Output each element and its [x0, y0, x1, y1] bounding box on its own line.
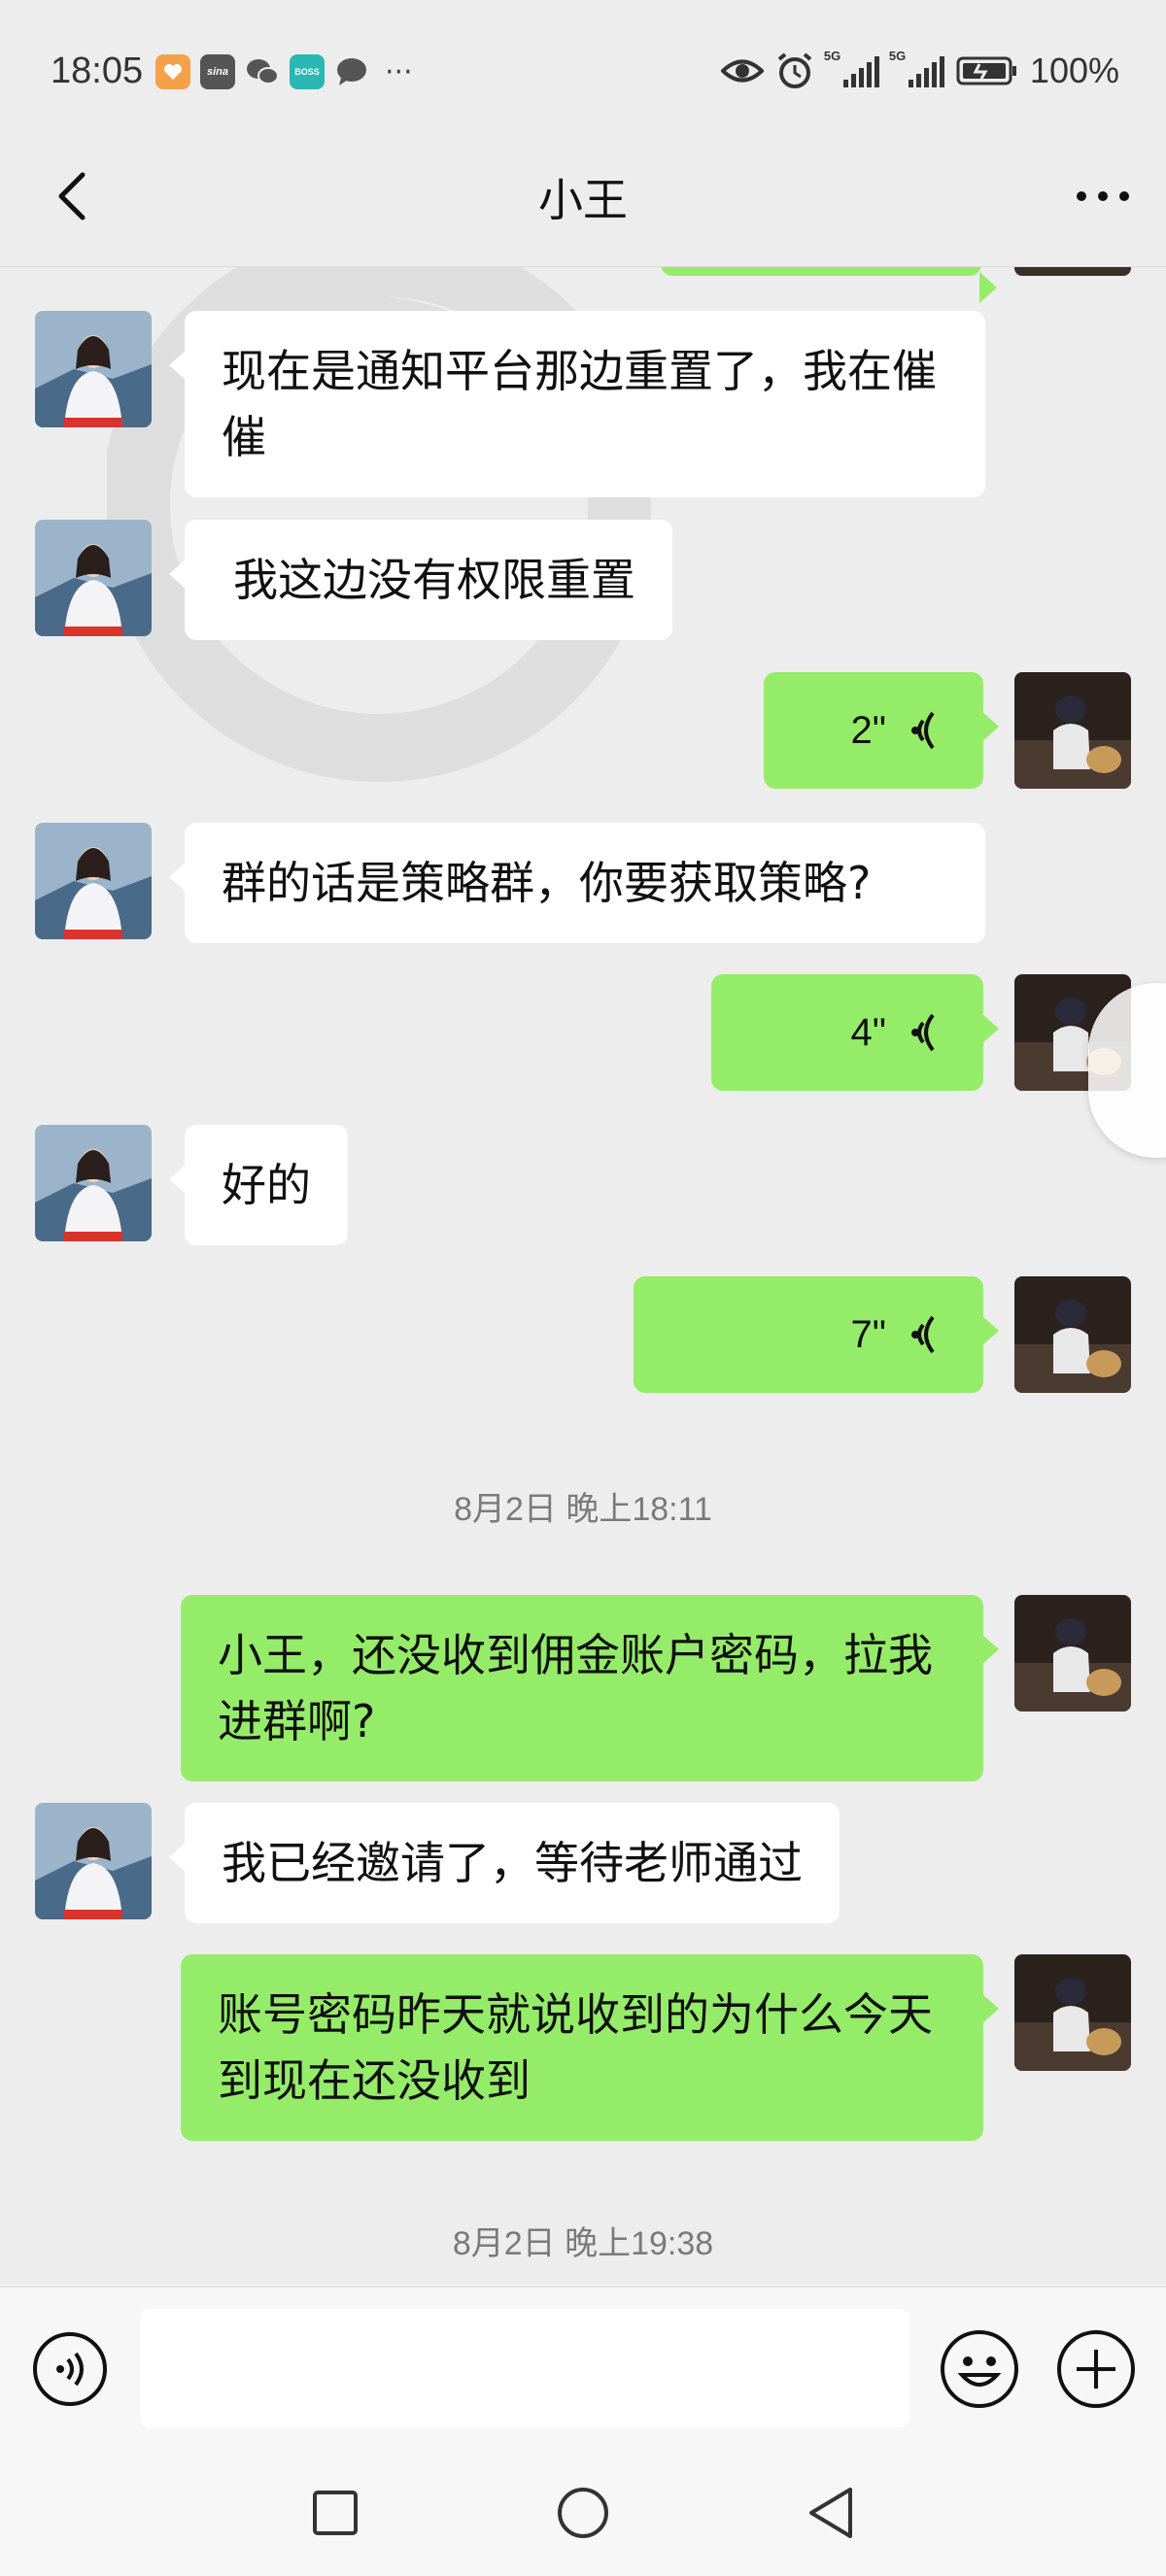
square-icon	[313, 2491, 358, 2535]
network-label: 5G	[823, 49, 841, 63]
message-bubble-incoming[interactable]: 我这边没有权限重置	[169, 520, 672, 640]
emoji-icon	[941, 2330, 1018, 2408]
back-nav-button[interactable]	[797, 2479, 865, 2547]
my-avatar[interactable]	[1014, 1595, 1131, 1712]
heart-app-icon	[155, 54, 190, 89]
sina-app-text: sina	[206, 66, 228, 78]
contact-avatar[interactable]	[35, 823, 152, 939]
status-right: 5G 5G 100%	[720, 49, 1119, 91]
voice-wave-icon	[911, 711, 935, 750]
chat-timestamp: 8月2日 晚上18:11	[454, 1491, 712, 1528]
status-time: 18:05	[51, 51, 144, 91]
recent-apps-button[interactable]	[301, 2479, 369, 2547]
contact-avatar[interactable]	[35, 1803, 152, 1919]
watermark-logo	[107, 228, 651, 782]
chat-header: 小王	[0, 146, 1166, 267]
battery-percent: 100%	[1029, 51, 1119, 90]
message-bubble-incoming[interactable]: 群的话是策略群，你要获取策略?	[169, 823, 985, 943]
more-functions-button[interactable]	[1055, 2328, 1137, 2410]
voice-message-outgoing[interactable]: 2"	[764, 672, 999, 789]
signal-icon: 5G	[824, 49, 879, 87]
message-bubble-incoming[interactable]: 好的	[169, 1125, 348, 1245]
message-bubble-outgoing[interactable]: 小王，还没收到佣金账户密码，拉我进群啊?	[181, 1595, 999, 1781]
boss-app-icon: BOSS	[290, 54, 325, 89]
message-input-bar	[0, 2287, 1166, 2452]
alarm-icon	[777, 52, 812, 88]
message-bubble-incoming[interactable]: 现在是通知平台那边重置了，我在催催	[169, 311, 985, 497]
network-label-2: 5G	[888, 49, 907, 63]
boss-app-text: BOSS	[294, 67, 320, 77]
chat-timestamp: 8月2日 晚上19:38	[452, 2225, 714, 2262]
emoji-button[interactable]	[939, 2328, 1020, 2410]
battery-icon	[956, 56, 1016, 85]
message-bubble-incoming[interactable]: 我已经邀请了，等待老师通过	[169, 1803, 840, 1923]
voice-wave-icon	[911, 1013, 935, 1052]
plus-icon	[1057, 2330, 1135, 2408]
voice-input-button[interactable]	[31, 2330, 109, 2408]
chat-title: 小王	[538, 174, 628, 226]
my-avatar[interactable]	[1014, 1954, 1131, 2071]
voice-duration: 2"	[850, 709, 886, 752]
message-app-icon	[334, 54, 369, 89]
more-dots-icon	[1077, 191, 1129, 201]
contact-avatar[interactable]	[35, 311, 152, 427]
my-avatar[interactable]	[1014, 1276, 1131, 1393]
voice-message-outgoing[interactable]: 4"	[711, 974, 999, 1091]
my-avatar[interactable]	[1014, 672, 1131, 789]
voice-mode-icon	[33, 2332, 107, 2406]
eye-icon	[720, 59, 764, 83]
system-navigation-bar	[0, 2452, 1166, 2576]
wechat-app-icon	[245, 54, 280, 89]
message-input[interactable]	[140, 2309, 909, 2427]
contact-avatar[interactable]	[35, 1125, 152, 1241]
home-button[interactable]	[549, 2479, 617, 2547]
wechat-chat-screen: 18:05 sina BOSS ··· 5G 5G 100% 小王 现在是通知平…	[0, 0, 1166, 2576]
more-options-button[interactable]	[1069, 167, 1137, 225]
notification-icons: sina BOSS ···	[155, 54, 413, 89]
voice-duration: 4"	[850, 1011, 886, 1054]
voice-duration: 7"	[850, 1313, 886, 1356]
circle-icon	[558, 2488, 608, 2538]
voice-wave-icon	[911, 1315, 935, 1354]
contact-avatar[interactable]	[35, 520, 152, 636]
status-bar: 18:05 sina BOSS ··· 5G 5G 100%	[0, 0, 1166, 146]
sina-app-icon: sina	[200, 54, 235, 89]
voice-message-outgoing[interactable]: 7"	[634, 1276, 999, 1393]
triangle-back-icon	[809, 2488, 852, 2538]
message-bubble-outgoing[interactable]: 账号密码昨天就说收到的为什么今天到现在还没收到	[181, 1954, 999, 2141]
signal-icon-2: 5G	[889, 49, 944, 87]
more-notifications-dots: ···	[385, 54, 413, 89]
